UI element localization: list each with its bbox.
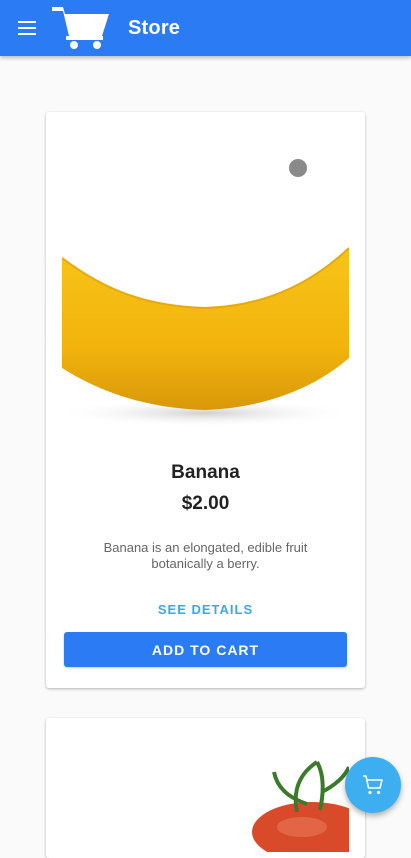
banana-image	[62, 247, 349, 427]
app-title: Store	[128, 17, 181, 39]
add-to-cart-button[interactable]: ADD TO CART	[64, 632, 347, 667]
menu-icon[interactable]	[16, 18, 40, 38]
product-card: Banana $2.00 Banana is an elongated, edi…	[46, 112, 365, 688]
product-price: $2.00	[181, 493, 230, 514]
image-indicator-dot	[289, 159, 307, 177]
tomato-image	[252, 760, 349, 852]
see-details-link[interactable]: SEE DETAILS	[46, 602, 365, 617]
product-description: Banana is an elongated, edible fruit bot…	[103, 540, 308, 571]
product-name: Banana	[171, 462, 240, 483]
app-bar: Store	[0, 0, 411, 56]
shopping-cart-icon	[52, 7, 109, 49]
cart-fab-button[interactable]	[345, 757, 401, 813]
product-card	[46, 718, 365, 858]
cart-icon	[363, 775, 383, 795]
